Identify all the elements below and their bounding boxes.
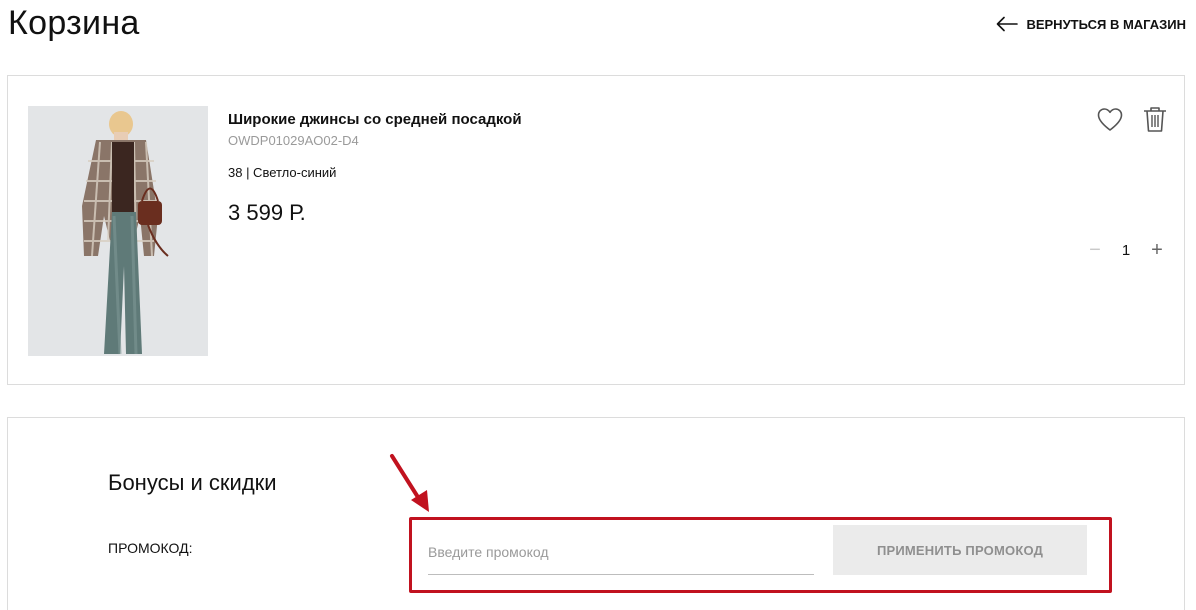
bonuses-section: Бонусы и скидки ПРОМОКОД: ПРИМЕНИТЬ ПРОМ…: [7, 417, 1185, 610]
product-image[interactable]: [28, 106, 208, 356]
product-name[interactable]: Широкие джинсы со средней посадкой: [228, 111, 522, 128]
trash-icon: [1144, 107, 1166, 132]
quantity-decrease-button[interactable]: −: [1082, 239, 1108, 261]
delete-button[interactable]: [1142, 105, 1168, 133]
quantity-increase-button[interactable]: +: [1144, 239, 1170, 261]
apply-promo-button[interactable]: ПРИМЕНИТЬ ПРОМОКОД: [833, 525, 1087, 575]
product-price: 3 599 Р.: [228, 200, 306, 225]
product-sku: OWDP01029AO02-D4: [228, 133, 359, 148]
favorite-button[interactable]: [1096, 106, 1124, 134]
product-variant: 38 | Светло-синий: [228, 165, 337, 180]
cart-item: Широкие джинсы со средней посадкой OWDP0…: [7, 75, 1185, 385]
heart-icon: [1097, 108, 1123, 131]
page-title: Корзина: [8, 4, 140, 42]
quantity-value: 1: [1121, 241, 1131, 259]
product-photo: [28, 106, 208, 356]
back-to-shop-link[interactable]: ВЕРНУТЬСЯ В МАГАЗИН: [996, 16, 1186, 32]
promo-label: ПРОМОКОД:: [108, 540, 193, 556]
back-link-label: ВЕРНУТЬСЯ В МАГАЗИН: [1026, 16, 1186, 32]
arrow-left-icon: [997, 16, 1019, 32]
promo-code-input[interactable]: [428, 530, 814, 575]
bonuses-title: Бонусы и скидки: [108, 470, 277, 495]
quantity-stepper: − 1 +: [1082, 239, 1170, 261]
cart-page: Корзина ВЕРНУТЬСЯ В МАГАЗИН Широкие джин…: [0, 0, 1196, 610]
